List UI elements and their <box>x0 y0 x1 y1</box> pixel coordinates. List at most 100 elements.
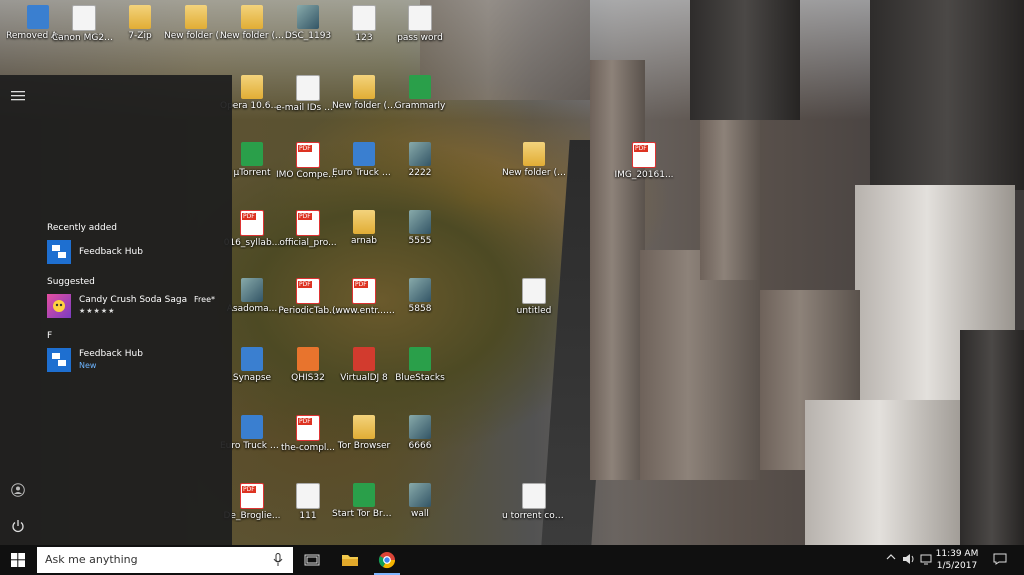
task-view-icon[interactable] <box>301 549 323 571</box>
cortana-search-box[interactable]: Ask me anything <box>37 547 293 573</box>
folder-icon <box>185 5 207 29</box>
feedback-hub-icon <box>47 348 71 372</box>
desktop-icon-label: VirtualDJ 8 <box>340 373 388 383</box>
desktop-icon[interactable]: Tor Browser <box>332 415 396 452</box>
desktop-icon[interactable]: New folder (15) <box>502 142 566 179</box>
desktop-icon[interactable]: Grammarly <box>388 75 452 112</box>
pdf-icon <box>296 142 320 168</box>
rating-stars: ★★★★★ <box>79 307 116 315</box>
desktop-icon-label: New folder (5) <box>164 31 228 41</box>
wallpaper-building <box>960 330 1024 545</box>
pdf-icon <box>240 210 264 236</box>
desktop-icon[interactable]: Canon MG2500 ... <box>52 5 116 44</box>
desktop-icon[interactable]: untitled <box>502 278 566 317</box>
pdf-icon <box>296 415 320 441</box>
folder-icon <box>353 210 375 234</box>
doc-icon <box>408 5 432 31</box>
start-button[interactable] <box>0 545 36 575</box>
pdf-icon <box>352 278 376 304</box>
folder-icon <box>129 5 151 29</box>
windows-logo-icon <box>11 553 25 567</box>
desktop-icon[interactable]: New folder (13) <box>220 5 284 42</box>
img-icon <box>409 142 431 166</box>
desktop-icon[interactable]: u torrent connecti... <box>502 483 566 522</box>
desktop-icon[interactable]: 5555 <box>388 210 452 247</box>
desktop-icon-label: Tor Browser <box>337 441 391 451</box>
desktop-icon[interactable]: 6666 <box>388 415 452 452</box>
folder-icon <box>353 415 375 439</box>
doc-icon <box>522 278 546 304</box>
desktop-icon[interactable]: IMG_20161... <box>612 142 676 181</box>
desktop-icon-label: 5858 <box>408 304 432 314</box>
desktop-icon[interactable]: BlueStacks <box>388 347 452 384</box>
file-explorer-icon[interactable] <box>339 549 361 571</box>
desktop-icon[interactable]: the-compl... <box>276 415 340 454</box>
taskbar: Ask me anything 11:39 AM 1/5/2017 <box>0 545 1024 575</box>
app-icon <box>353 142 375 166</box>
app-list-feedback-hub[interactable]: Feedback Hub New <box>47 348 227 374</box>
desktop-icon-label: u torrent connecti... <box>502 511 566 521</box>
search-placeholder: Ask me anything <box>45 553 138 566</box>
desktop-icon[interactable]: pass word <box>388 5 452 44</box>
desktop-icon-label: 123 <box>355 33 373 43</box>
desktop-icon-label: (www.entr... Sample Pa... <box>332 306 396 316</box>
app-icon <box>241 347 263 371</box>
desktop-icon[interactable]: 5858 <box>388 278 452 315</box>
desktop-icon[interactable]: 123 <box>332 5 396 44</box>
desktop-icon-label: New folder (13) <box>220 31 284 41</box>
user-account-icon[interactable] <box>9 483 27 501</box>
img-icon <box>297 5 319 29</box>
microphone-icon[interactable] <box>273 553 283 567</box>
app-name: Feedback Hub <box>79 247 143 257</box>
desktop-icon-label: wall <box>411 509 429 519</box>
recent-app-feedback-hub[interactable]: Feedback Hub <box>47 240 227 266</box>
desktop-icon-label: Euro Truck Simulator... <box>332 168 396 178</box>
pdf-icon <box>296 278 320 304</box>
pdf-icon <box>632 142 656 168</box>
desktop-icon-label: official_pro... <box>279 238 337 248</box>
desktop-icon-label: Grammarly <box>394 101 446 111</box>
desktop-icon[interactable]: e-mail IDs & passwords <box>276 75 340 114</box>
desktop-icon[interactable]: 2222 <box>388 142 452 179</box>
desktop-icon[interactable]: arnab <box>332 210 396 247</box>
wallpaper-building <box>870 0 1024 190</box>
show-hidden-icons-icon[interactable] <box>886 553 896 564</box>
action-center-icon[interactable] <box>993 553 1007 568</box>
chrome-icon[interactable] <box>376 549 398 571</box>
desktop-icon[interactable]: 111 <box>276 483 340 522</box>
desktop-icon[interactable]: New folder (14) <box>332 75 396 112</box>
start-menu: Recently added Feedback Hub Suggested Ca… <box>0 75 232 545</box>
desktop-icon-label: Canon MG2500 ... <box>52 33 116 43</box>
desktop-icon[interactable]: Start Tor Browser <box>332 483 396 520</box>
suggested-app-candy-crush[interactable]: Candy Crush Soda Saga ★★★★★ Free* <box>47 294 227 320</box>
desktop-icon-label: pass word <box>397 33 443 43</box>
app-icon <box>27 5 49 29</box>
desktop-icon[interactable]: QHIS32 <box>276 347 340 384</box>
desktop-icon[interactable]: (www.entr... Sample Pa... <box>332 278 396 317</box>
app-icon <box>241 415 263 439</box>
desktop-icon-label: 7-Zip <box>128 31 152 41</box>
wallpaper-building <box>805 400 970 545</box>
volume-icon[interactable] <box>902 553 916 568</box>
desktop-icon[interactable]: VirtualDJ 8 <box>332 347 396 384</box>
desktop-icon[interactable]: official_pro... <box>276 210 340 249</box>
desktop-icon-label: 111 <box>299 511 317 521</box>
desktop-icon[interactable]: New folder (5) <box>164 5 228 42</box>
desktop-icon[interactable]: PeriodicTab... <box>276 278 340 317</box>
img-icon <box>409 278 431 302</box>
system-clock[interactable]: 11:39 AM 1/5/2017 <box>930 548 984 572</box>
desktop-icon[interactable]: IMO Compend... <box>276 142 340 181</box>
desktop-icon[interactable]: DSC_1193 <box>276 5 340 42</box>
letter-header-f[interactable]: F <box>47 331 52 341</box>
desktop-icon-label: 6666 <box>408 441 432 451</box>
desktop-icon[interactable]: 7-Zip <box>108 5 172 42</box>
folder-icon <box>241 75 263 99</box>
power-icon[interactable] <box>9 519 27 537</box>
desktop-icon-label: New folder (14) <box>332 101 396 111</box>
desktop-icon[interactable]: Euro Truck Simulator... <box>332 142 396 179</box>
desktop-icon-label: untitled <box>516 306 552 316</box>
green-icon <box>353 483 375 507</box>
desktop-icon[interactable]: wall <box>388 483 452 520</box>
hamburger-menu-icon[interactable] <box>9 89 27 107</box>
desktop-icon-label: IMG_20161... <box>614 170 674 180</box>
